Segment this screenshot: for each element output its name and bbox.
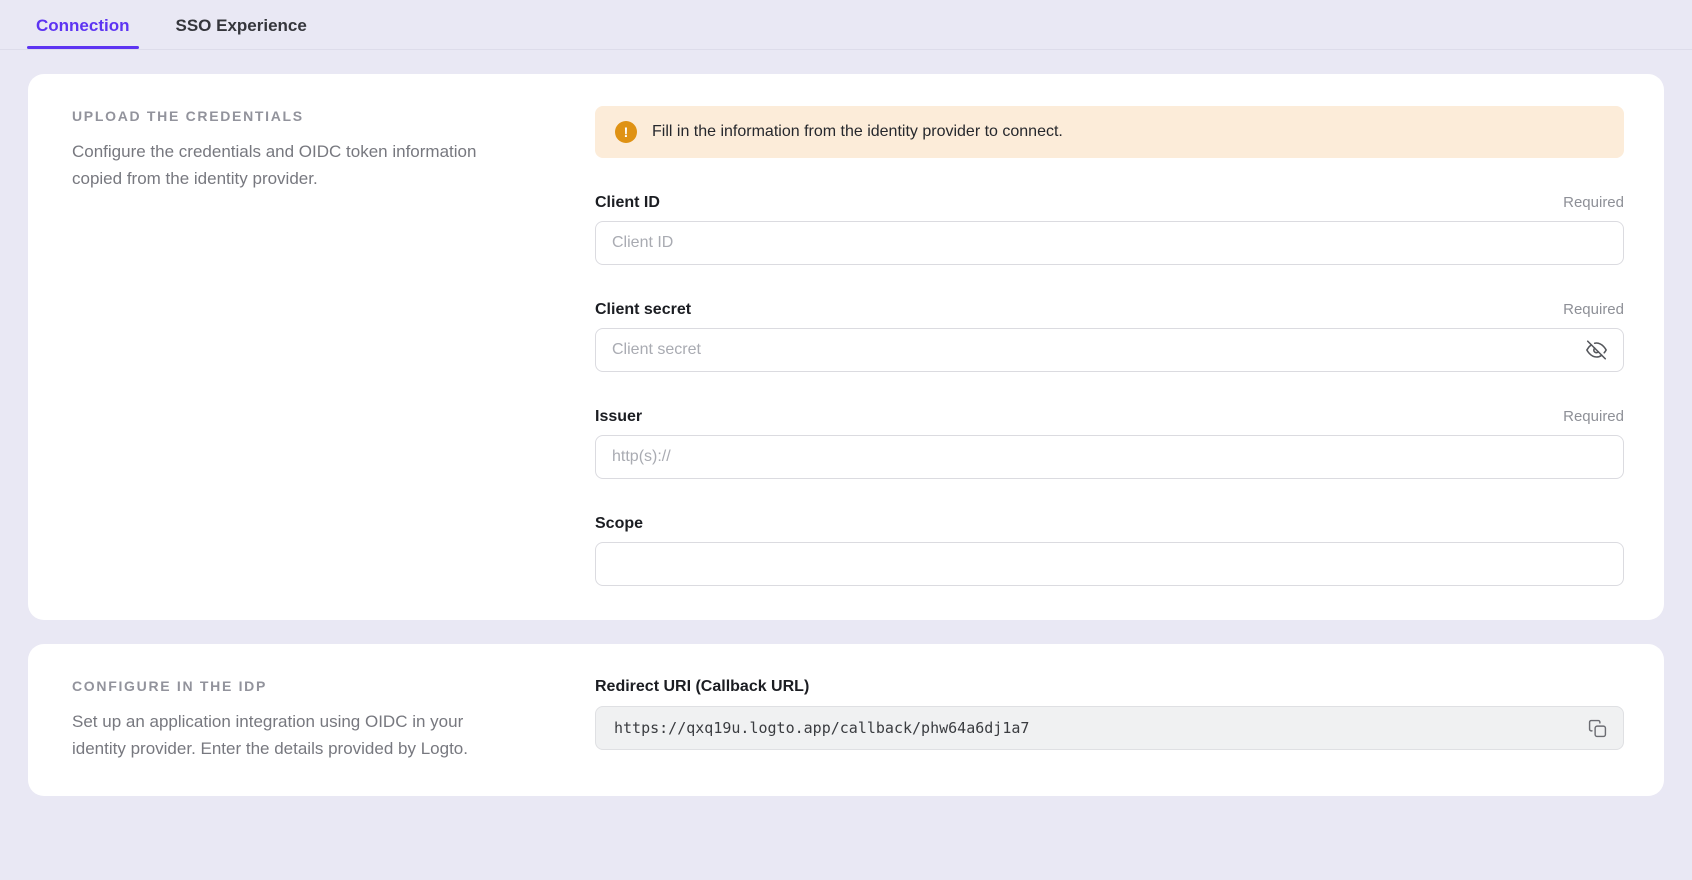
client-id-label: Client ID xyxy=(595,194,660,212)
scope-input[interactable] xyxy=(595,542,1624,586)
client-secret-input[interactable] xyxy=(595,328,1624,372)
issuer-required-badge: Required xyxy=(1563,408,1624,425)
issuer-input[interactable] xyxy=(595,435,1624,479)
client-id-field: Client ID Required xyxy=(595,194,1624,265)
tab-connection[interactable]: Connection xyxy=(36,16,130,49)
tab-sso-experience[interactable]: SSO Experience xyxy=(176,16,307,49)
issuer-field: Issuer Required xyxy=(595,408,1624,479)
client-id-input[interactable] xyxy=(595,221,1624,265)
redirect-uri-value: https://qxq19u.logto.app/callback/phw64a… xyxy=(614,719,1029,737)
redirect-uri-field: https://qxq19u.logto.app/callback/phw64a… xyxy=(595,706,1624,750)
idp-section-description: Set up an application integration using … xyxy=(72,708,505,762)
copy-icon xyxy=(1588,719,1607,738)
eye-off-icon xyxy=(1586,340,1607,361)
scope-label: Scope xyxy=(595,515,643,533)
client-secret-required-badge: Required xyxy=(1563,301,1624,318)
tab-bar: Connection SSO Experience xyxy=(0,0,1692,50)
client-secret-label: Client secret xyxy=(595,301,691,319)
credentials-form: ! Fill in the information from the ident… xyxy=(595,106,1624,586)
idp-section-heading: CONFIGURE IN THE IDP xyxy=(72,678,505,694)
credentials-intro: UPLOAD THE CREDENTIALS Configure the cre… xyxy=(72,106,595,586)
scope-field: Scope xyxy=(595,515,1624,586)
credentials-section-description: Configure the credentials and OIDC token… xyxy=(72,138,505,192)
credentials-card: UPLOAD THE CREDENTIALS Configure the cre… xyxy=(28,74,1664,620)
credentials-section-heading: UPLOAD THE CREDENTIALS xyxy=(72,108,505,124)
copy-button[interactable] xyxy=(1584,715,1611,742)
alert-icon: ! xyxy=(615,121,637,143)
idp-form: Redirect URI (Callback URL) https://qxq1… xyxy=(595,676,1624,762)
idp-card: CONFIGURE IN THE IDP Set up an applicati… xyxy=(28,644,1664,796)
secret-visibility-toggle-button[interactable] xyxy=(1582,336,1611,365)
warning-banner-text: Fill in the information from the identit… xyxy=(652,123,1063,141)
client-id-required-badge: Required xyxy=(1563,194,1624,211)
warning-banner: ! Fill in the information from the ident… xyxy=(595,106,1624,158)
issuer-label: Issuer xyxy=(595,408,642,426)
redirect-uri-label: Redirect URI (Callback URL) xyxy=(595,678,1624,696)
idp-intro: CONFIGURE IN THE IDP Set up an applicati… xyxy=(72,676,595,762)
client-secret-field: Client secret Required xyxy=(595,301,1624,372)
